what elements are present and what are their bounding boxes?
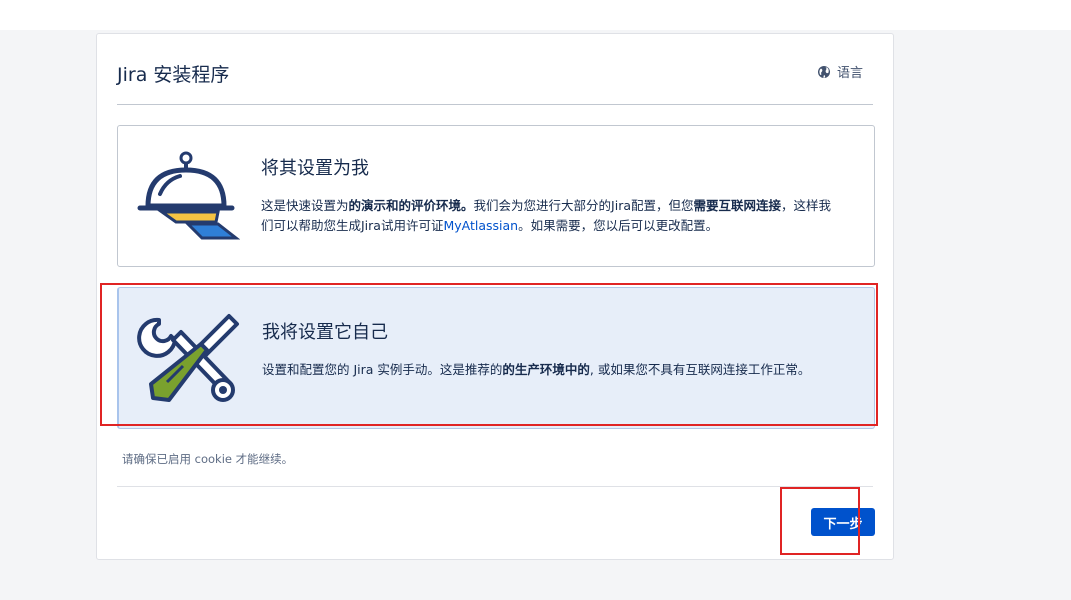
option-manual-setup[interactable]: 我将设置它自己 设置和配置您的 Jira 实例手动。这是推荐的的生产环境中的, … xyxy=(117,287,875,429)
next-button[interactable]: 下一步 xyxy=(811,508,875,536)
option-quick-setup[interactable]: 将其设置为我 这是快速设置为的演示和的评价环境。我们会为您进行大部分的Jira配… xyxy=(117,125,875,267)
cookie-note: 请确保已启用 cookie 才能继续。 xyxy=(122,452,294,466)
setup-header: Jira 安装程序 语言 xyxy=(117,58,873,105)
option-description: 这是快速设置为的演示和的评价环境。我们会为您进行大部分的Jira配置，但您需要互… xyxy=(261,196,841,236)
setup-card: Jira 安装程序 语言 将其设置为我 这是快速设置为的演示和的评价环境。我们会… xyxy=(96,33,894,560)
wrench-screwdriver-icon xyxy=(137,310,241,410)
desc-text: 。如果需要，您以后可以更改配置。 xyxy=(518,218,719,233)
desc-text: 设置和配置您的 Jira 实例手动。这是推荐的 xyxy=(262,362,503,377)
myatlassian-link[interactable]: MyAtlassian xyxy=(443,218,518,233)
language-selector[interactable]: 语言 xyxy=(817,62,863,81)
option-title: 将其设置为我 xyxy=(261,158,369,179)
option-title: 我将设置它自己 xyxy=(262,322,388,343)
desc-bold: 的演示和的评价环境。 xyxy=(348,198,474,213)
desc-text: 这是快速设置为 xyxy=(261,198,349,213)
language-label: 语言 xyxy=(836,66,863,81)
page-title: Jira 安装程序 xyxy=(117,64,230,86)
globe-icon xyxy=(817,65,831,79)
footer-divider xyxy=(117,486,873,487)
desc-text: , 或如果您不具有互联网连接工作正常。 xyxy=(589,362,811,377)
option-description: 设置和配置您的 Jira 实例手动。这是推荐的的生产环境中的, 或如果您不具有互… xyxy=(262,360,842,380)
desc-bold: 需要互联网连接 xyxy=(693,198,782,213)
serving-cloche-icon xyxy=(136,148,241,248)
desc-bold: 的生产环境中的 xyxy=(502,362,590,377)
desc-text: 我们会为您进行大部分的Jira配置，但您 xyxy=(473,198,694,213)
page-top-band xyxy=(0,0,1071,30)
